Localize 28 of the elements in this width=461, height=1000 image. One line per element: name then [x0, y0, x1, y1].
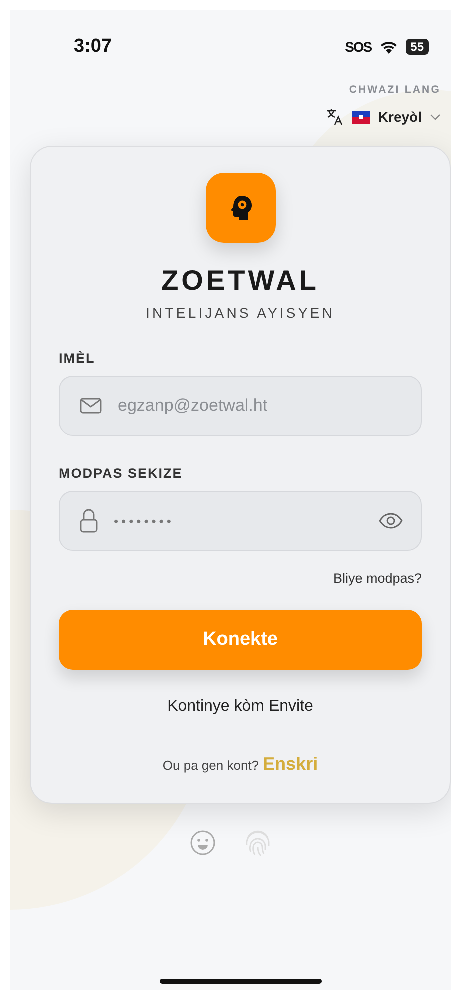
chevron-down-icon	[430, 114, 441, 120]
smiley-face-icon[interactable]	[190, 830, 216, 856]
battery-indicator: 55	[406, 39, 429, 55]
translate-icon	[326, 108, 344, 126]
signup-prompt: Ou pa gen kont?	[162, 758, 260, 773]
app-name: ZOETWAL	[162, 265, 320, 297]
status-time: 3:07	[74, 36, 112, 58]
forgot-password-link[interactable]: Bliye modpas?	[333, 571, 422, 586]
fingerprint-icon[interactable]	[244, 828, 272, 858]
password-field[interactable]: ••••••••	[112, 512, 365, 530]
eye-icon[interactable]	[379, 513, 403, 529]
guest-link[interactable]: Kontinye kòm Envite	[168, 698, 314, 716]
email-input-box[interactable]: egzanp@zoetwal.ht	[59, 376, 422, 436]
email-field[interactable]: egzanp@zoetwal.ht	[116, 395, 403, 417]
lock-icon	[80, 509, 98, 533]
wifi-icon	[378, 40, 399, 54]
field-label: IMÈL	[59, 351, 96, 366]
logo-icon	[206, 173, 276, 243]
language-selector[interactable]: Kreyòl	[326, 108, 441, 126]
password-input-box[interactable]: ••••••••	[59, 491, 422, 551]
language-label: CHWAZI LANG	[349, 84, 441, 96]
flag-icon	[352, 110, 370, 124]
envelope-icon	[80, 398, 102, 414]
login-button[interactable]: Konekte	[59, 610, 422, 670]
field-label: MODPAS SEKIZE	[59, 466, 183, 481]
signup-link[interactable]: Enskri	[263, 754, 318, 775]
sos-indicator: SOS	[345, 39, 372, 55]
app-tagline: INTELIJANS AYISYEN	[146, 305, 335, 321]
